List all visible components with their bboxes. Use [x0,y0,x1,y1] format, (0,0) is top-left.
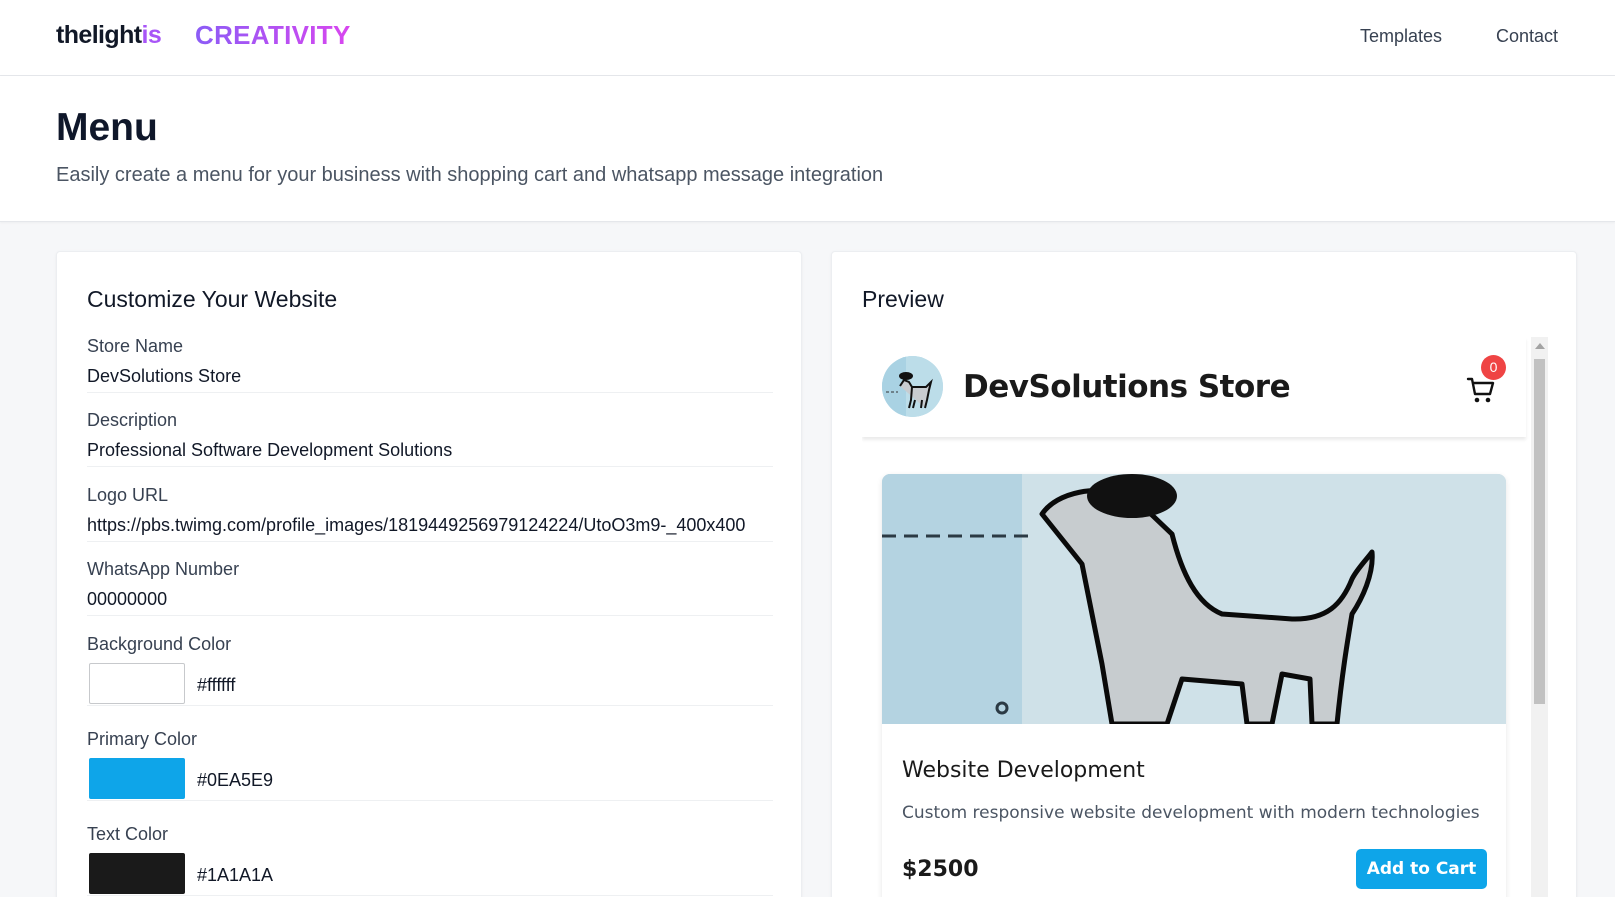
top-navbar: thelightis CREATIVITY Templates Contact [0,0,1615,76]
store-name-input[interactable] [87,361,773,393]
nav-link-contact[interactable]: Contact [1496,26,1558,47]
preview-panel-title: Preview [862,286,944,312]
primary-color-field: #0EA5E9 [87,757,773,801]
primary-color-label: Primary Color [87,729,198,749]
preview-frame[interactable]: DevSolutions Store 0 Website Development… [862,337,1548,897]
product-price: $2500 [902,857,979,882]
preview-store-header: DevSolutions Store 0 [862,337,1526,437]
goat-product-image-icon [882,474,1506,724]
product-description: Custom responsive website development wi… [902,803,1480,823]
cart-count-badge: 0 [1481,355,1506,380]
brand-logo[interactable]: thelightis [56,21,162,50]
page-header: Menu Easily create a menu for your busin… [0,76,1615,222]
description-label: Description [87,410,178,430]
brand-accent-text: is [141,21,162,49]
store-name-label: Store Name [87,336,184,356]
logo-url-label: Logo URL [87,485,169,505]
page-title: Menu [56,106,158,149]
add-to-cart-button[interactable]: Add to Cart [1356,849,1487,889]
page-subtitle: Easily create a menu for your business w… [56,164,884,186]
scroll-up-arrow-icon[interactable] [1535,343,1545,349]
text-color-value[interactable]: #1A1A1A [197,865,273,886]
whatsapp-number-input[interactable] [87,584,773,616]
customize-panel-title: Customize Your Website [87,286,338,312]
scrollbar-thumb[interactable] [1534,359,1545,704]
store-logo [882,356,943,417]
background-color-field: #ffffff [87,662,773,706]
product-image [882,474,1506,724]
text-color-label: Text Color [87,824,169,844]
product-name: Website Development [902,758,1145,783]
whatsapp-number-label: WhatsApp Number [87,559,240,579]
preview-panel: Preview DevSolutions Store 0 Website Dev… [831,251,1577,897]
background-color-label: Background Color [87,634,232,654]
background-color-value[interactable]: #ffffff [197,675,235,696]
primary-color-swatch[interactable] [89,758,185,799]
description-input[interactable] [87,435,773,467]
preview-scrollbar[interactable] [1531,337,1548,897]
text-color-swatch[interactable] [89,853,185,894]
product-card: Website Development Custom responsive we… [882,474,1506,897]
primary-color-value[interactable]: #0EA5E9 [197,770,273,791]
customize-panel: Customize Your Website Store Name Descri… [56,251,802,897]
goat-logo-icon [882,356,943,417]
creativity-label: CREATIVITY [195,20,351,50]
background-color-swatch[interactable] [89,663,185,704]
nav-link-templates[interactable]: Templates [1360,26,1442,47]
brand-main-text: thelight [56,21,142,49]
preview-store-name: DevSolutions Store [963,369,1291,405]
logo-url-input[interactable] [87,510,773,542]
text-color-field: #1A1A1A [87,852,773,896]
